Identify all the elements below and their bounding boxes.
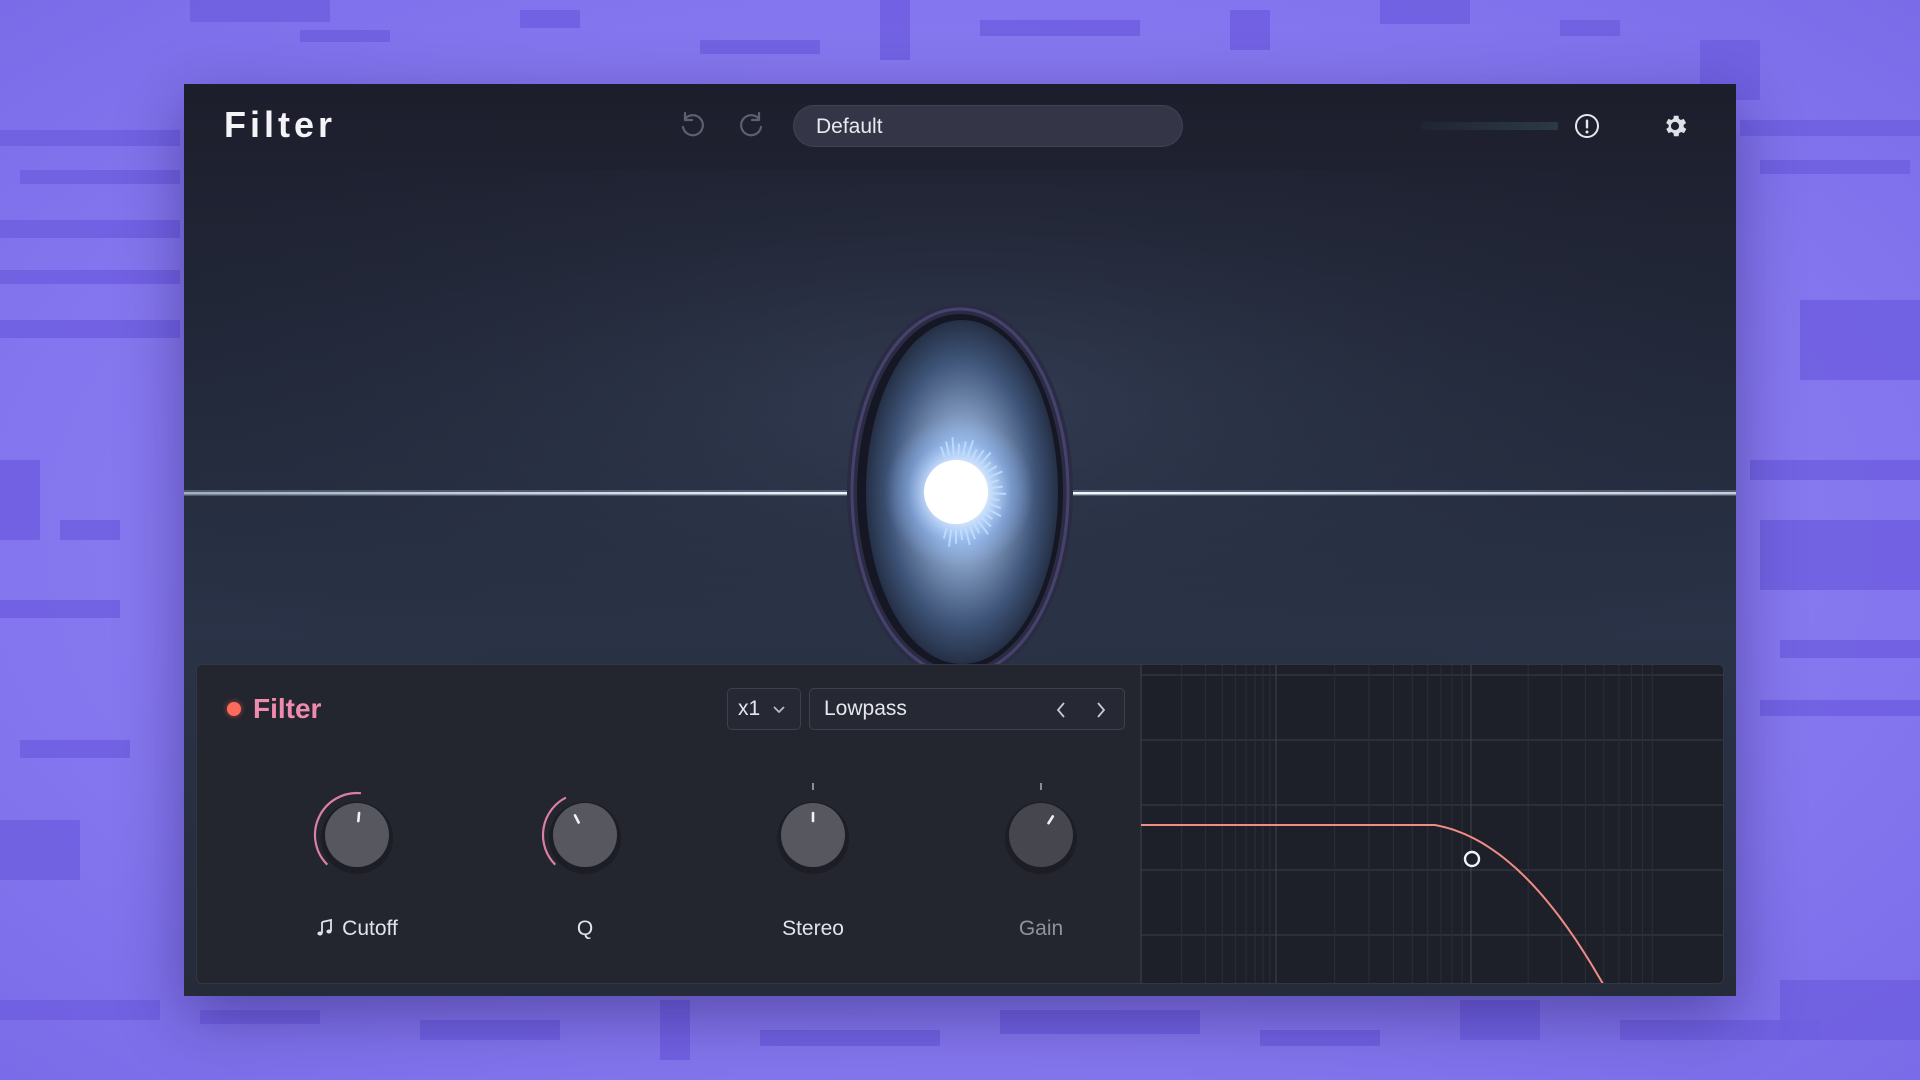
- background-pixel-block: [1780, 980, 1920, 1040]
- knob-body: [1009, 803, 1073, 867]
- background-pixel-block: [700, 40, 820, 54]
- stereo-knob[interactable]: Stereo: [753, 775, 873, 975]
- knob-graphic: [313, 791, 393, 874]
- response-curve-plot: [1140, 665, 1723, 983]
- glow-ray: [951, 437, 955, 455]
- meter-thumb[interactable]: [1422, 117, 1426, 139]
- knob-graphic: [1005, 783, 1077, 874]
- cutoff-knob[interactable]: Cutoff: [297, 775, 417, 975]
- background-pixel-block: [520, 10, 580, 28]
- background-pixel-block: [760, 1030, 940, 1046]
- filter-type-select[interactable]: Lowpass: [809, 688, 1125, 730]
- output-meter[interactable]: [1422, 117, 1562, 135]
- filter-type-value: Lowpass: [824, 697, 907, 720]
- background-pixel-block: [1460, 1000, 1540, 1040]
- knob-pointer: [357, 811, 361, 823]
- top-bar: Filter Default: [184, 84, 1736, 170]
- knob-graphic: [541, 796, 621, 874]
- chevron-right-icon[interactable]: [1088, 697, 1114, 723]
- stereo-label: Stereo: [782, 917, 844, 940]
- oversample-select[interactable]: x1: [727, 688, 801, 730]
- background-pixel-block: [980, 20, 1140, 36]
- background-pixel-block: [300, 30, 390, 42]
- background-pixel-block: [1800, 300, 1920, 380]
- background-pixel-block: [0, 1000, 160, 1020]
- filter-section-header: Filter: [227, 693, 321, 725]
- chevron-down-icon: [772, 697, 786, 721]
- background-pixel-block: [1260, 1030, 1380, 1046]
- background-pixel-block: [420, 1020, 560, 1040]
- filter-panel: Filter x1 Lowpass Cutoff Q Stereo Gain: [196, 664, 1724, 984]
- gain-knob[interactable]: Gain: [981, 775, 1101, 975]
- background-pixel-block: [0, 270, 180, 284]
- background-pixel-block: [1750, 460, 1920, 480]
- plugin-window: Filter Default Filter x1 Lowpass Cutoff …: [184, 84, 1736, 996]
- undo-icon[interactable]: [674, 107, 710, 143]
- background-pixel-block: [1780, 640, 1920, 658]
- preset-selector[interactable]: Default: [793, 105, 1183, 147]
- background-pixel-block: [20, 170, 180, 184]
- cutoff-handle[interactable]: [1463, 850, 1481, 868]
- background-pixel-block: [0, 460, 40, 540]
- background-pixel-block: [1760, 520, 1920, 590]
- background-pixel-block: [0, 220, 180, 238]
- chevron-left-icon[interactable]: [1048, 697, 1074, 723]
- knob-label: Cutoff: [257, 917, 457, 943]
- glow-ray: [957, 443, 961, 455]
- background-pixel-block: [1560, 20, 1620, 36]
- cutoff-label: Cutoff: [342, 917, 398, 940]
- background-pixel-block: [1000, 1010, 1200, 1034]
- q-knob[interactable]: Q: [525, 775, 645, 975]
- background-pixel-block: [60, 520, 120, 540]
- background-pixel-block: [20, 740, 130, 758]
- q-label: Q: [576, 917, 594, 940]
- background-pixel-block: [1740, 120, 1920, 136]
- gear-icon[interactable]: [1657, 108, 1693, 144]
- background-pixel-block: [200, 1010, 320, 1024]
- knob-body: [325, 803, 389, 867]
- background-pixel-block: [0, 320, 180, 338]
- section-title: Filter: [253, 693, 322, 724]
- power-toggle[interactable]: [227, 702, 241, 716]
- alert-circle-icon[interactable]: [1569, 108, 1605, 144]
- glow-ray: [989, 492, 1007, 495]
- knob-body: [553, 803, 617, 867]
- background-pixel-block: [880, 0, 910, 60]
- background-pixel-block: [0, 600, 120, 618]
- meter-track: [1422, 122, 1558, 130]
- glow-ray: [959, 528, 964, 541]
- response-curve: [1141, 824, 1604, 983]
- oversample-value: x1: [738, 697, 761, 720]
- background-pixel-block: [0, 820, 80, 880]
- gain-label: Gain: [1018, 917, 1064, 940]
- background-pixel-block: [1380, 0, 1470, 24]
- app-title: Filter: [224, 104, 337, 145]
- visualizer-graphic: [184, 170, 1736, 745]
- background-pixel-block: [1760, 160, 1910, 174]
- background-pixel-block: [1230, 10, 1270, 50]
- filter-visualizer: [184, 170, 1736, 745]
- background-pixel-block: [190, 0, 330, 22]
- background-pixel-block: [660, 1000, 690, 1060]
- filter-response-graph[interactable]: [1140, 665, 1723, 983]
- music-note-icon: [316, 918, 334, 943]
- redo-icon[interactable]: [734, 107, 770, 143]
- background-pixel-block: [0, 130, 180, 146]
- knob-graphic: [777, 783, 849, 874]
- background-pixel-block: [1760, 700, 1920, 716]
